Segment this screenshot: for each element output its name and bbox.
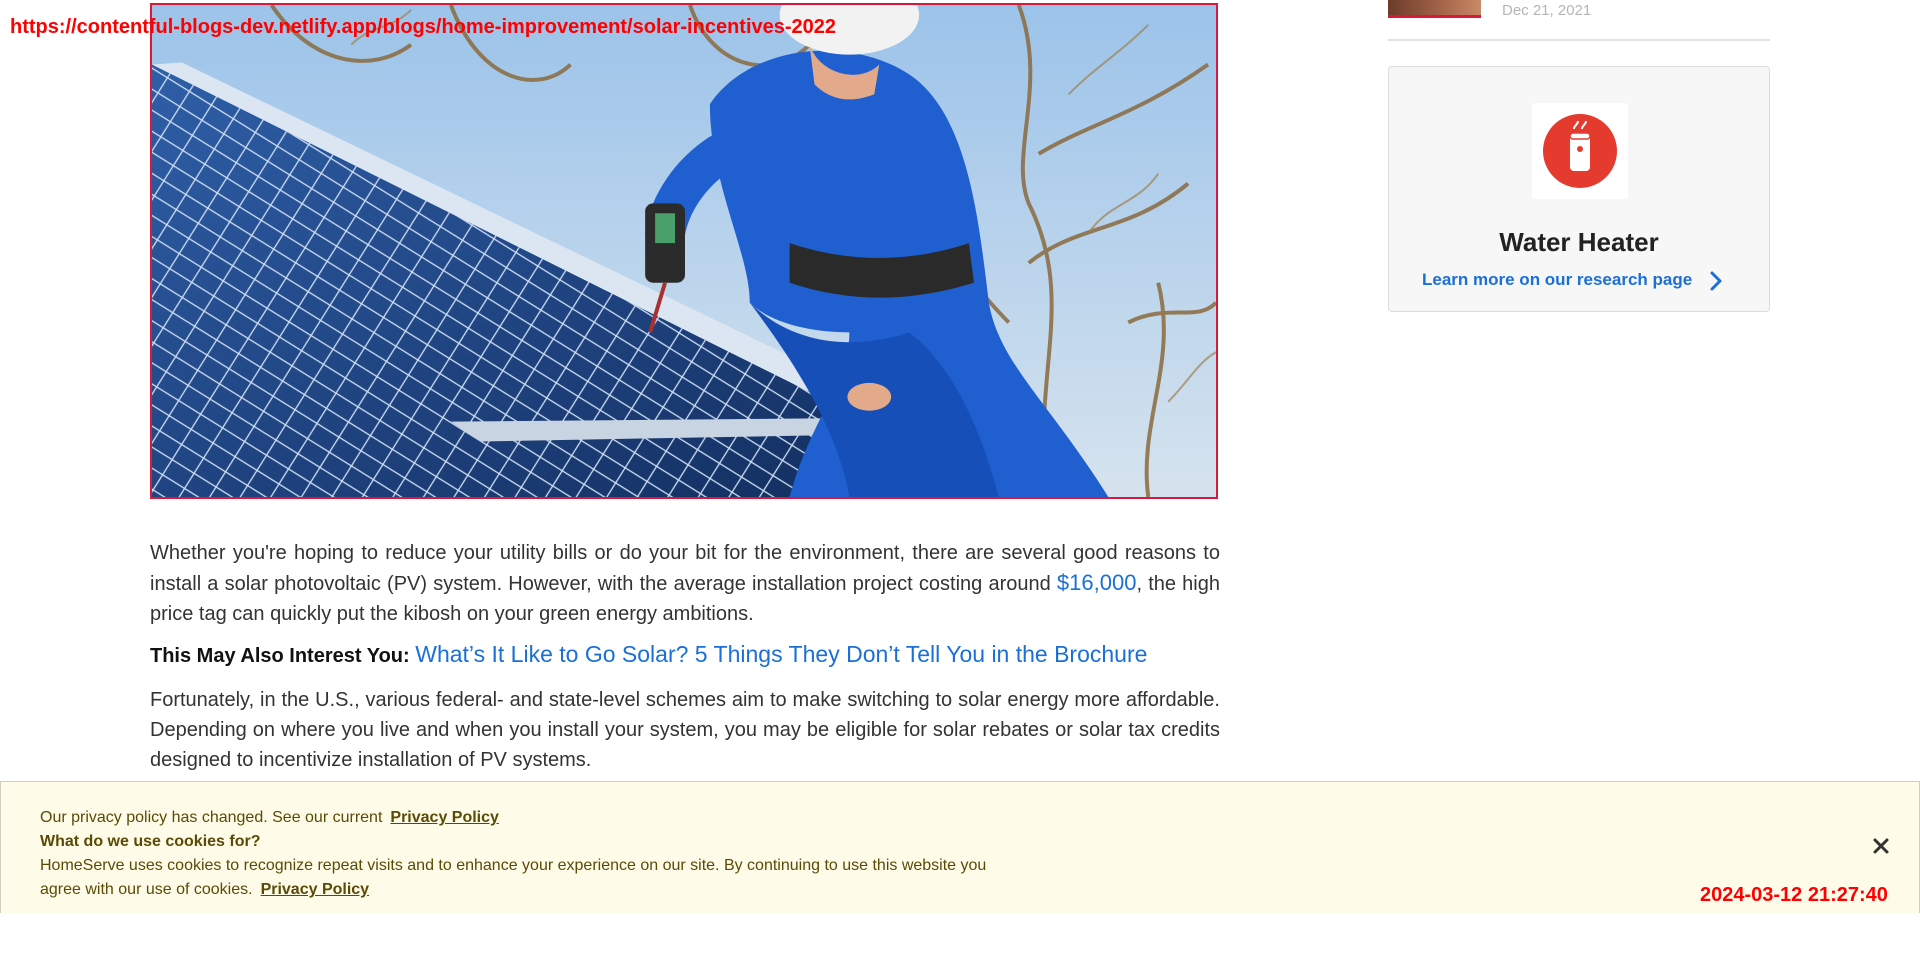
also-interest-label: This May Also Interest You:: [150, 645, 410, 667]
privacy-policy-link-2[interactable]: Privacy Policy: [261, 881, 370, 898]
article-paragraph-1: Whether you're hoping to reduce your uti…: [150, 538, 1220, 629]
also-interest-callout: This May Also Interest You: What’s It Li…: [150, 639, 1220, 671]
cookie-heading: What do we use cookies for?: [40, 833, 261, 850]
article-paragraph-2: Fortunately, in the U.S., various federa…: [150, 689, 1220, 771]
article-body: Whether you're hoping to reduce your uti…: [150, 538, 1220, 785]
research-card[interactable]: Water Heater Learn more on our research …: [1388, 66, 1770, 312]
timestamp-overlay: 2024-03-12 21:27:40: [1700, 884, 1888, 906]
water-heater-icon: [1543, 114, 1617, 188]
sidebar-divider: [1388, 39, 1770, 41]
card-title: Water Heater: [1499, 227, 1659, 257]
solar-installer-photo: [152, 5, 1216, 497]
close-icon[interactable]: [1869, 834, 1893, 858]
privacy-policy-link[interactable]: Privacy Policy: [390, 809, 499, 826]
cookie-body: HomeServe uses cookies to recognize repe…: [40, 854, 1030, 902]
privacy-changed-text: Our privacy policy has changed. See our …: [40, 809, 383, 826]
also-interest-link[interactable]: What’s It Like to Go Solar? 5 Things The…: [415, 641, 1147, 667]
cost-link[interactable]: $16,000: [1057, 570, 1137, 595]
privacy-changed-line: Our privacy policy has changed. See our …: [40, 806, 1030, 830]
chevron-right-icon[interactable]: [1707, 269, 1725, 293]
water-heater-icon-tile: [1532, 103, 1628, 199]
url-overlay: https://contentful-blogs-dev.netlify.app…: [10, 16, 837, 38]
hero-image: [150, 3, 1218, 499]
cookie-text: Our privacy policy has changed. See our …: [40, 806, 1030, 902]
cookie-banner: Our privacy policy has changed. See our …: [0, 781, 1920, 913]
related-post-thumbnail[interactable]: [1388, 0, 1481, 18]
research-page-link[interactable]: Learn more on our research page: [1422, 270, 1692, 290]
related-post-date: Dec 21, 2021: [1502, 2, 1592, 19]
cookie-body-text: HomeServe uses cookies to recognize repe…: [40, 857, 987, 898]
